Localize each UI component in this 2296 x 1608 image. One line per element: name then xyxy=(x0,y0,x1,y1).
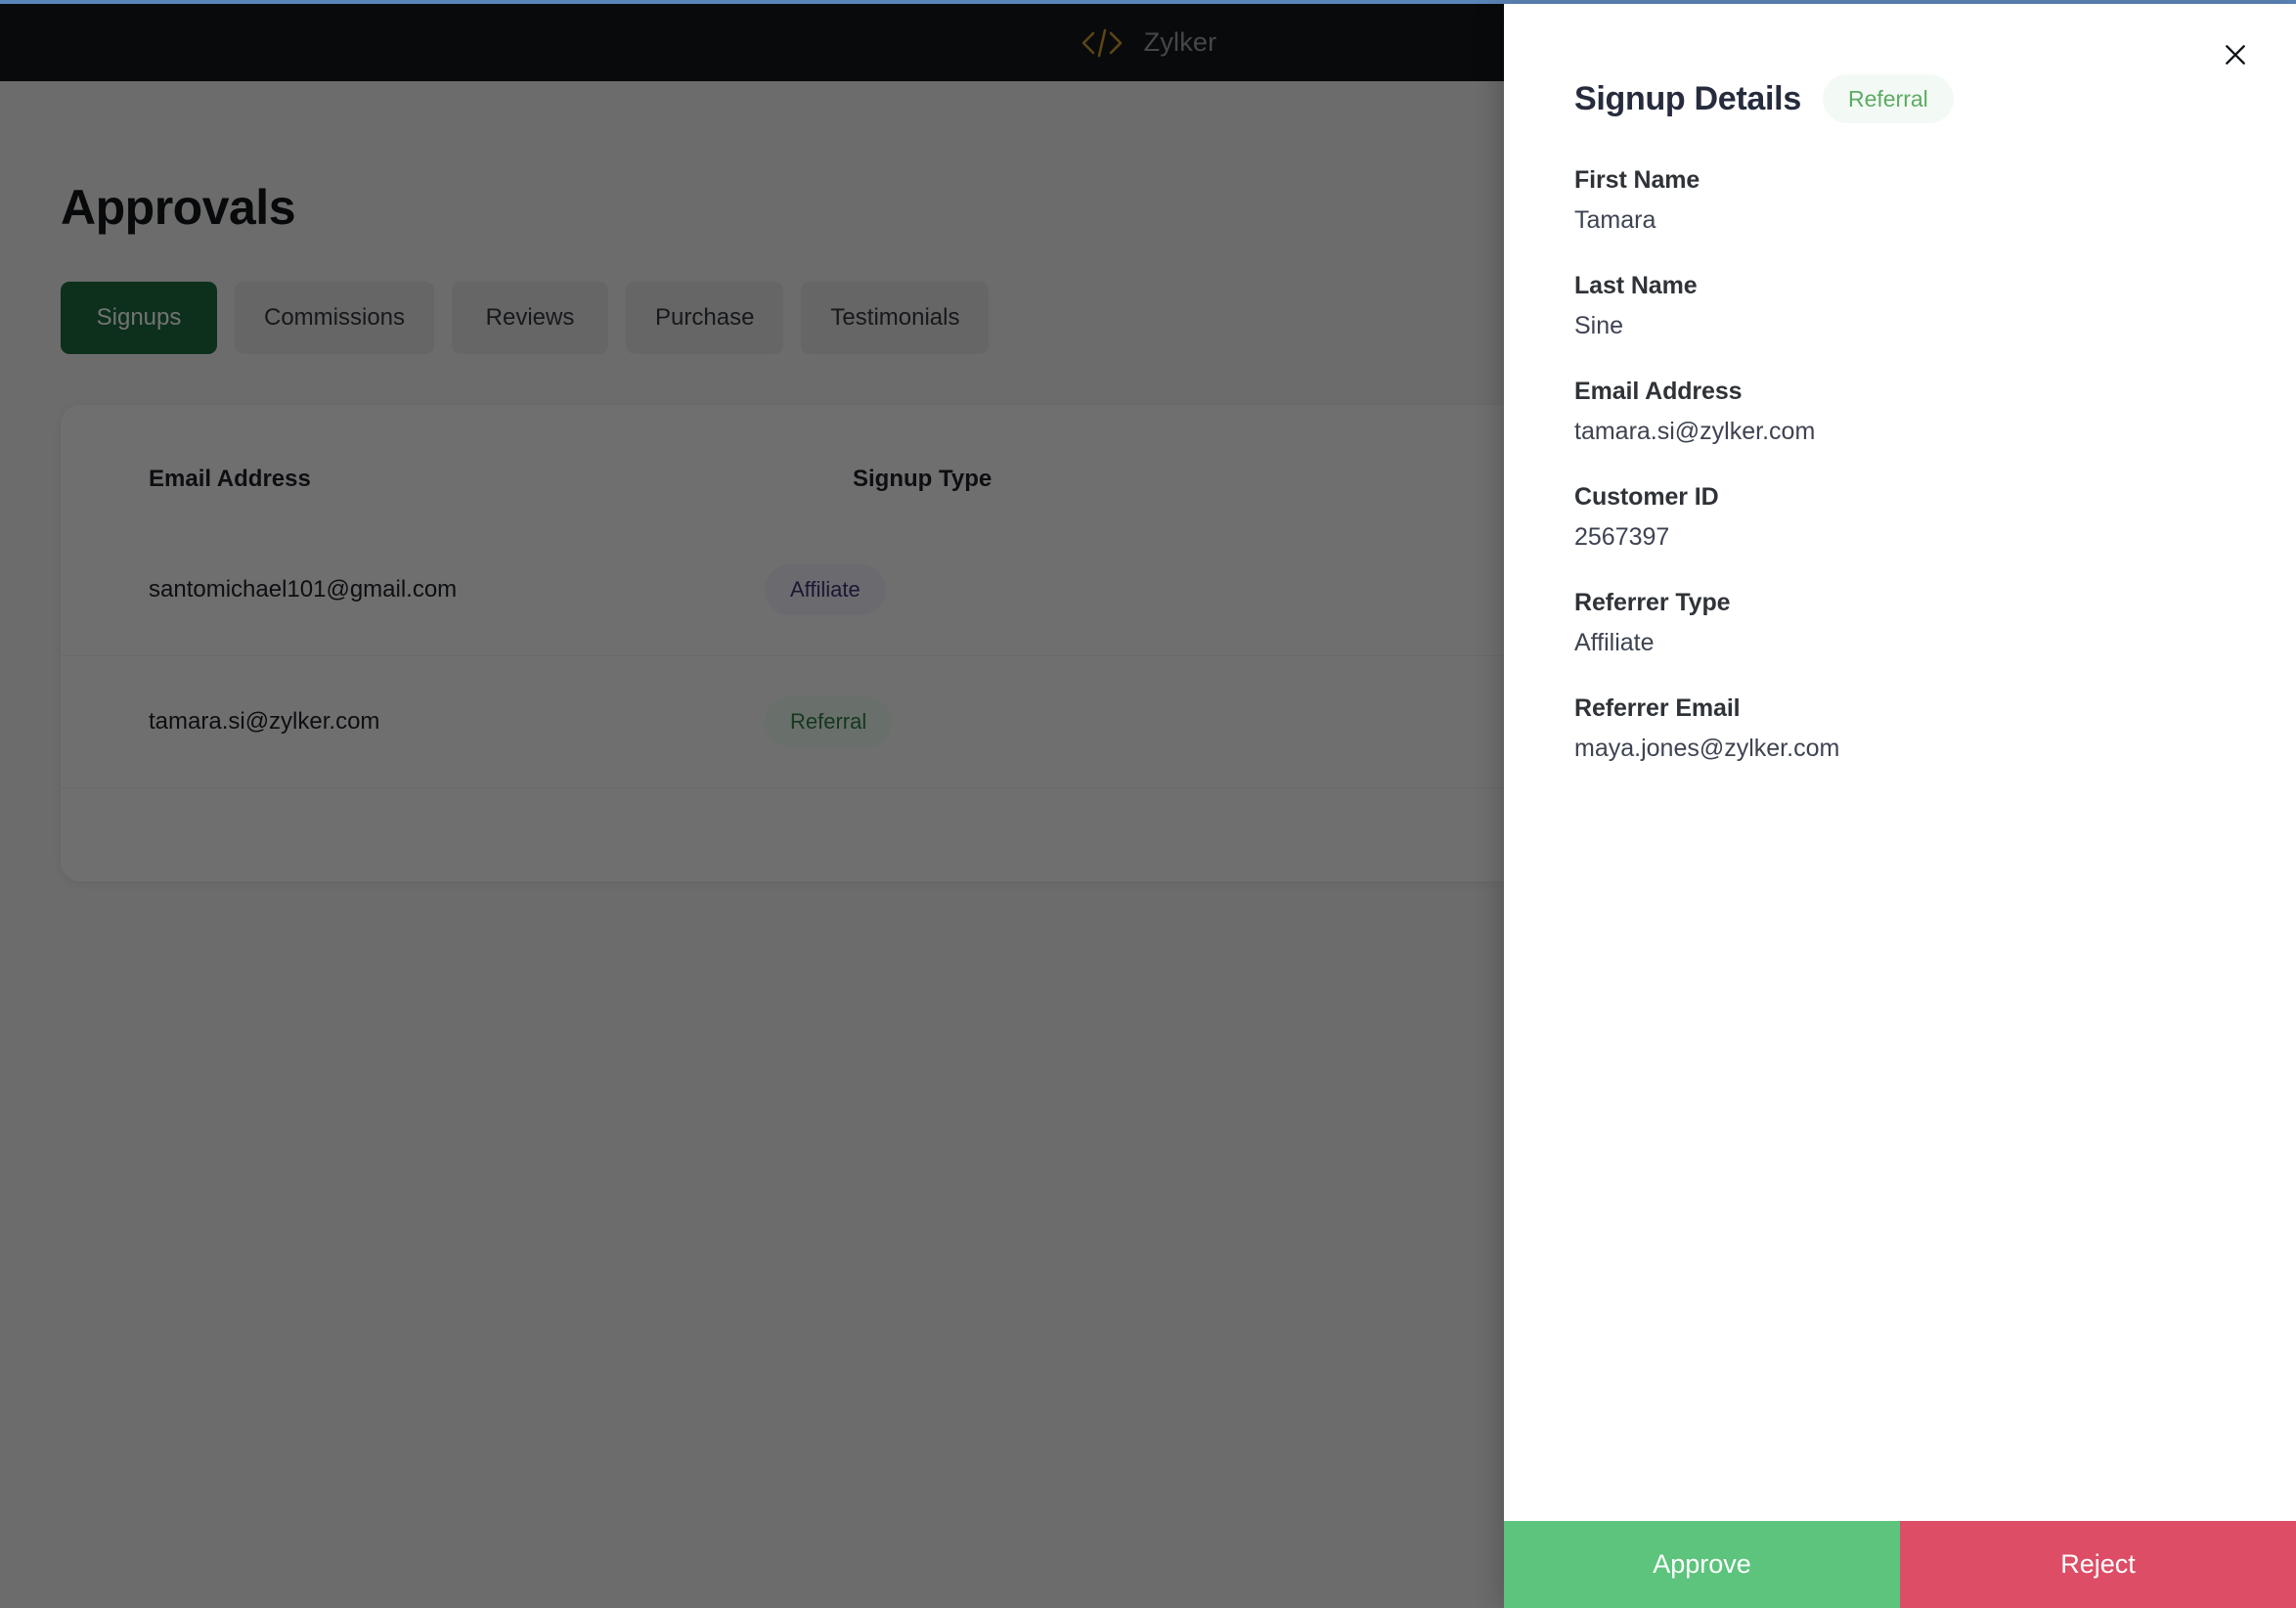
close-button[interactable] xyxy=(2212,31,2259,78)
approve-button[interactable]: Approve xyxy=(1504,1521,1900,1608)
field-value: Sine xyxy=(1574,312,1624,339)
close-icon xyxy=(2226,45,2245,65)
field-label: First Name xyxy=(1574,166,1700,194)
signup-details-panel: Signup Details Referral First Name Tamar… xyxy=(1504,4,2296,1608)
field-email-address: Email Address tamara.si@zylker.com xyxy=(1574,378,2226,446)
panel-title: Signup Details xyxy=(1574,79,1801,117)
screen-root: Zylker Approvals Signups Commissions Rev… xyxy=(0,0,2296,1608)
panel-fields: First Name Tamara Last Name Sine Email A… xyxy=(1504,123,2296,1521)
field-label: Last Name xyxy=(1574,272,1698,299)
field-label: Customer ID xyxy=(1574,483,1719,511)
field-label: Referrer Email xyxy=(1574,694,1741,722)
panel-header: Signup Details Referral xyxy=(1504,4,2296,123)
field-last-name: Last Name Sine xyxy=(1574,272,2226,340)
field-value: maya.jones@zylker.com xyxy=(1574,735,1840,762)
panel-type-badge: Referral xyxy=(1822,74,1954,123)
field-label: Referrer Type xyxy=(1574,589,1731,616)
field-value: Affiliate xyxy=(1574,629,1655,656)
field-referrer-type: Referrer Type Affiliate xyxy=(1574,589,2226,657)
panel-footer: Approve Reject xyxy=(1504,1521,2296,1608)
field-value: 2567397 xyxy=(1574,523,1670,551)
field-customer-id: Customer ID 2567397 xyxy=(1574,483,2226,552)
field-first-name: First Name Tamara xyxy=(1574,166,2226,235)
field-referrer-email: Referrer Email maya.jones@zylker.com xyxy=(1574,694,2226,763)
field-label: Email Address xyxy=(1574,378,1743,405)
reject-button[interactable]: Reject xyxy=(1900,1521,2296,1608)
field-value: Tamara xyxy=(1574,206,1656,234)
field-value: tamara.si@zylker.com xyxy=(1574,418,1816,445)
